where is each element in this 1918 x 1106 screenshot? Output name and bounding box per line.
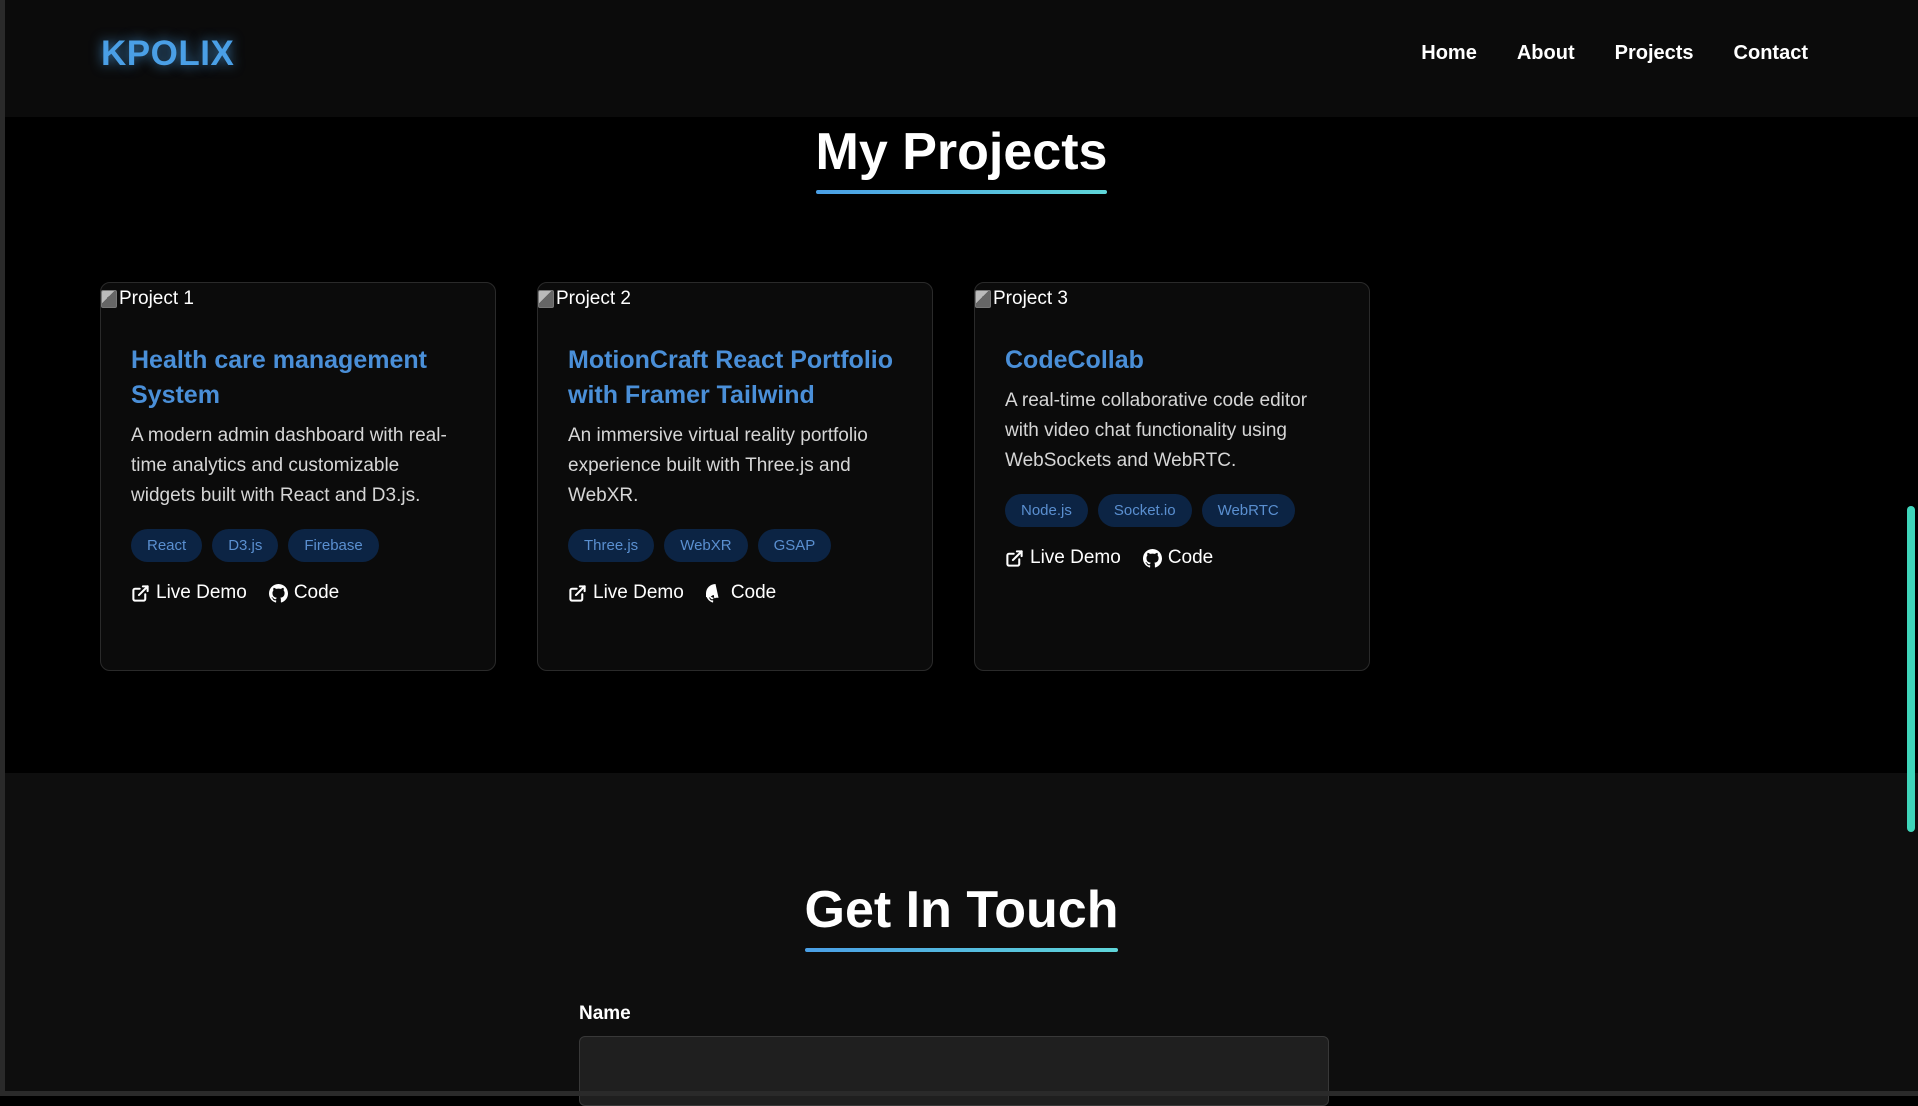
project-tags: Node.js Socket.io WebRTC — [1005, 494, 1339, 527]
tech-tag: React — [131, 529, 203, 562]
project-card-3: Project 3 CodeCollab A real-time collabo… — [974, 282, 1370, 671]
tech-tag: Socket.io — [1097, 494, 1192, 527]
project-tags: Three.js WebXR GSAP — [568, 529, 902, 562]
project-image-alt: Project 1 — [119, 288, 194, 309]
live-demo-link[interactable]: Live Demo — [131, 582, 247, 604]
project-tags: React D3.js Firebase — [131, 529, 465, 562]
project-card-body: Health care management System A modern a… — [131, 343, 465, 604]
contact-title: Get In Touch — [804, 880, 1118, 952]
project-links: Live Demo Code — [568, 582, 902, 604]
projects-section: My Projects Project 1 Health care manage… — [5, 117, 1918, 773]
tech-tag: Firebase — [288, 529, 379, 562]
external-link-icon — [132, 584, 149, 602]
nav-link-about[interactable]: About — [1517, 42, 1575, 65]
tech-tag: GSAP — [757, 529, 832, 562]
project-image: Project 1 — [101, 288, 194, 310]
live-demo-label: Live Demo — [156, 582, 247, 603]
live-demo-label: Live Demo — [593, 582, 684, 603]
scrollbar-thumb[interactable] — [1907, 506, 1915, 832]
live-demo-link[interactable]: Live Demo — [1005, 547, 1121, 569]
project-links: Live Demo Code — [1005, 547, 1339, 569]
contact-heading: Get In Touch — [5, 880, 1918, 952]
code-link[interactable]: Code — [1142, 547, 1214, 569]
name-label: Name — [579, 1003, 631, 1024]
code-link[interactable]: Code — [705, 582, 777, 604]
project-image: Project 2 — [538, 288, 631, 310]
code-link[interactable]: Code — [268, 582, 340, 604]
project-image: Project 3 — [975, 288, 1068, 310]
page-scrollbar[interactable] — [1904, 0, 1918, 1091]
project-card-body: CodeCollab A real-time collaborative cod… — [1005, 343, 1339, 569]
project-description: A modern admin dashboard with real-time … — [131, 425, 447, 506]
broken-image-icon — [538, 290, 554, 308]
tech-tag: D3.js — [212, 529, 279, 562]
project-image-alt: Project 3 — [993, 288, 1068, 309]
tech-tag: WebRTC — [1201, 494, 1295, 527]
code-label: Code — [293, 582, 340, 603]
github-icon — [268, 583, 288, 603]
nav-link-home[interactable]: Home — [1421, 42, 1477, 65]
site-logo[interactable]: KPOLIX — [101, 34, 234, 74]
project-card-2: Project 2 MotionCraft React Portfolio wi… — [537, 282, 933, 671]
live-demo-link[interactable]: Live Demo — [568, 582, 684, 604]
external-link-icon — [1006, 549, 1023, 567]
window-frame-bottom — [0, 1091, 1918, 1096]
github-icon — [1142, 548, 1162, 568]
external-link-icon — [569, 584, 586, 602]
nav-menu: Home About Projects Contact — [1421, 42, 1808, 65]
tech-tag: Three.js — [568, 529, 655, 562]
code-label: Code — [1167, 547, 1214, 568]
nav-link-contact[interactable]: Contact — [1734, 42, 1808, 65]
project-title: Health care management System — [131, 346, 427, 409]
projects-title: My Projects — [815, 122, 1107, 194]
github-icon — [705, 583, 719, 603]
tech-tag: Node.js — [1005, 494, 1088, 527]
live-demo-label: Live Demo — [1030, 547, 1121, 568]
tech-tag: WebXR — [664, 529, 748, 562]
project-card-1: Project 1 Health care management System … — [100, 282, 496, 671]
navbar: KPOLIX Home About Projects Contact — [5, 0, 1918, 117]
project-image-alt: Project 2 — [556, 288, 631, 309]
broken-image-icon — [101, 290, 117, 308]
projects-heading: My Projects — [5, 122, 1918, 194]
contact-section: Get In Touch Name — [5, 773, 1918, 1106]
project-description: An immersive virtual reality portfolio e… — [568, 425, 868, 506]
broken-image-icon — [975, 290, 991, 308]
project-card-body: MotionCraft React Portfolio with Framer … — [568, 343, 902, 604]
project-title: CodeCollab — [1005, 346, 1144, 374]
project-links: Live Demo Code — [131, 582, 465, 604]
project-title: MotionCraft React Portfolio with Framer … — [568, 346, 893, 409]
project-description: A real-time collaborative code editor wi… — [1005, 390, 1308, 471]
nav-link-projects[interactable]: Projects — [1615, 42, 1694, 65]
code-label: Code — [730, 582, 777, 603]
